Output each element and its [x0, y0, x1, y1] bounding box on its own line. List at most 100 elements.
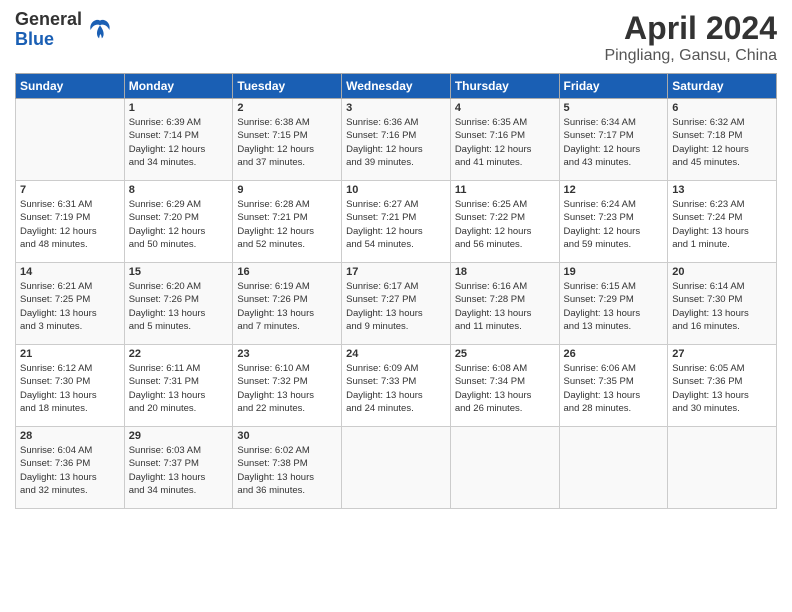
calendar-cell: 29 Sunrise: 6:03 AM Sunset: 7:37 PM Dayli…	[124, 427, 233, 509]
day-info: Sunrise: 6:06 AM Sunset: 7:35 PM Dayligh…	[564, 362, 664, 415]
month-title: April 2024	[604, 10, 777, 47]
calendar-cell: 7Sunrise: 6:31 AM Sunset: 7:19 PM Daylig…	[16, 181, 125, 263]
day-info: Sunrise: 6:21 AM Sunset: 7:25 PM Dayligh…	[20, 280, 120, 333]
day-info: Sunrise: 6:38 AM Sunset: 7:15 PM Dayligh…	[237, 116, 337, 169]
calendar-cell: 12 Sunrise: 6:24 AM Sunset: 7:23 PM Dayli…	[559, 181, 668, 263]
calendar-week-5: 28Sunrise: 6:04 AM Sunset: 7:36 PM Dayli…	[16, 427, 777, 509]
column-header-friday: Friday	[559, 74, 668, 99]
day-info: Sunrise: 6:14 AM Sunset: 7:30 PM Dayligh…	[672, 280, 772, 333]
day-info: Sunrise: 6:32 AM Sunset: 7:18 PM Dayligh…	[672, 116, 772, 169]
day-info: Sunrise: 6:28 AM Sunset: 7:21 PM Dayligh…	[237, 198, 337, 251]
day-info: Sunrise: 6:15 AM Sunset: 7:29 PM Dayligh…	[564, 280, 664, 333]
calendar-cell: 18 Sunrise: 6:16 AM Sunset: 7:28 PM Dayli…	[450, 263, 559, 345]
calendar-cell: 8Sunrise: 6:29 AM Sunset: 7:20 PM Daylig…	[124, 181, 233, 263]
logo-bird-icon	[86, 16, 114, 44]
column-header-wednesday: Wednesday	[342, 74, 451, 99]
day-info: Sunrise: 6:24 AM Sunset: 7:23 PM Dayligh…	[564, 198, 664, 251]
calendar-cell: 5Sunrise: 6:34 AM Sunset: 7:17 PM Daylig…	[559, 99, 668, 181]
day-number: 28	[20, 430, 120, 442]
day-info: Sunrise: 6:08 AM Sunset: 7:34 PM Dayligh…	[455, 362, 555, 415]
day-number: 15	[129, 266, 229, 278]
day-number: 7	[20, 184, 120, 196]
calendar-table: SundayMondayTuesdayWednesdayThursdayFrid…	[15, 73, 777, 509]
day-info: Sunrise: 6:34 AM Sunset: 7:17 PM Dayligh…	[564, 116, 664, 169]
day-number: 3	[346, 102, 446, 114]
day-number: 18	[455, 266, 555, 278]
calendar-cell: 4 Sunrise: 6:35 AM Sunset: 7:16 PM Daylig…	[450, 99, 559, 181]
calendar-week-1: 1 Sunrise: 6:39 AM Sunset: 7:14 PM Daylig…	[16, 99, 777, 181]
column-header-saturday: Saturday	[668, 74, 777, 99]
column-header-thursday: Thursday	[450, 74, 559, 99]
calendar-cell: 2 Sunrise: 6:38 AM Sunset: 7:15 PM Daylig…	[233, 99, 342, 181]
day-number: 6	[672, 102, 772, 114]
column-header-monday: Monday	[124, 74, 233, 99]
day-number: 12	[564, 184, 664, 196]
day-number: 9	[237, 184, 337, 196]
column-header-tuesday: Tuesday	[233, 74, 342, 99]
calendar-cell: 20 Sunrise: 6:14 AM Sunset: 7:30 PM Dayli…	[668, 263, 777, 345]
calendar-week-3: 14 Sunrise: 6:21 AM Sunset: 7:25 PM Dayli…	[16, 263, 777, 345]
day-info: Sunrise: 6:09 AM Sunset: 7:33 PM Dayligh…	[346, 362, 446, 415]
location: Pingliang, Gansu, China	[604, 47, 777, 65]
calendar-cell: 11Sunrise: 6:25 AM Sunset: 7:22 PM Dayli…	[450, 181, 559, 263]
calendar-cell: 22 Sunrise: 6:11 AM Sunset: 7:31 PM Dayli…	[124, 345, 233, 427]
day-number: 4	[455, 102, 555, 114]
calendar-header-row: SundayMondayTuesdayWednesdayThursdayFrid…	[16, 74, 777, 99]
day-info: Sunrise: 6:02 AM Sunset: 7:38 PM Dayligh…	[237, 444, 337, 497]
day-info: Sunrise: 6:39 AM Sunset: 7:14 PM Dayligh…	[129, 116, 229, 169]
calendar-cell: 25 Sunrise: 6:08 AM Sunset: 7:34 PM Dayli…	[450, 345, 559, 427]
day-info: Sunrise: 6:03 AM Sunset: 7:37 PM Dayligh…	[129, 444, 229, 497]
day-number: 25	[455, 348, 555, 360]
day-info: Sunrise: 6:16 AM Sunset: 7:28 PM Dayligh…	[455, 280, 555, 333]
day-info: Sunrise: 6:25 AM Sunset: 7:22 PM Dayligh…	[455, 198, 555, 251]
day-number: 23	[237, 348, 337, 360]
day-number: 17	[346, 266, 446, 278]
day-info: Sunrise: 6:10 AM Sunset: 7:32 PM Dayligh…	[237, 362, 337, 415]
day-number: 14	[20, 266, 120, 278]
calendar-cell: 14 Sunrise: 6:21 AM Sunset: 7:25 PM Dayli…	[16, 263, 125, 345]
day-number: 29	[129, 430, 229, 442]
day-number: 21	[20, 348, 120, 360]
day-info: Sunrise: 6:12 AM Sunset: 7:30 PM Dayligh…	[20, 362, 120, 415]
day-info: Sunrise: 6:19 AM Sunset: 7:26 PM Dayligh…	[237, 280, 337, 333]
header: General Blue April 2024 Pingliang, Gansu…	[15, 10, 777, 65]
calendar-cell: 3 Sunrise: 6:36 AM Sunset: 7:16 PM Daylig…	[342, 99, 451, 181]
calendar-cell: 23 Sunrise: 6:10 AM Sunset: 7:32 PM Dayli…	[233, 345, 342, 427]
day-number: 10	[346, 184, 446, 196]
title-block: April 2024 Pingliang, Gansu, China	[604, 10, 777, 65]
calendar-cell: 28Sunrise: 6:04 AM Sunset: 7:36 PM Dayli…	[16, 427, 125, 509]
calendar-cell: 19Sunrise: 6:15 AM Sunset: 7:29 PM Dayli…	[559, 263, 668, 345]
day-info: Sunrise: 6:29 AM Sunset: 7:20 PM Dayligh…	[129, 198, 229, 251]
day-number: 27	[672, 348, 772, 360]
day-info: Sunrise: 6:11 AM Sunset: 7:31 PM Dayligh…	[129, 362, 229, 415]
calendar-cell	[16, 99, 125, 181]
calendar-cell: 27 Sunrise: 6:05 AM Sunset: 7:36 PM Dayli…	[668, 345, 777, 427]
day-info: Sunrise: 6:23 AM Sunset: 7:24 PM Dayligh…	[672, 198, 772, 251]
calendar-cell	[342, 427, 451, 509]
logo-general: General	[15, 10, 82, 30]
day-number: 30	[237, 430, 337, 442]
calendar-cell	[450, 427, 559, 509]
calendar-cell: 17Sunrise: 6:17 AM Sunset: 7:27 PM Dayli…	[342, 263, 451, 345]
calendar-cell: 21 Sunrise: 6:12 AM Sunset: 7:30 PM Dayli…	[16, 345, 125, 427]
day-info: Sunrise: 6:20 AM Sunset: 7:26 PM Dayligh…	[129, 280, 229, 333]
calendar-cell: 30 Sunrise: 6:02 AM Sunset: 7:38 PM Dayli…	[233, 427, 342, 509]
day-number: 1	[129, 102, 229, 114]
calendar-cell: 15 Sunrise: 6:20 AM Sunset: 7:26 PM Dayli…	[124, 263, 233, 345]
calendar-cell	[559, 427, 668, 509]
day-number: 2	[237, 102, 337, 114]
calendar-cell: 1 Sunrise: 6:39 AM Sunset: 7:14 PM Daylig…	[124, 99, 233, 181]
logo: General Blue	[15, 10, 114, 50]
day-number: 13	[672, 184, 772, 196]
day-number: 22	[129, 348, 229, 360]
day-info: Sunrise: 6:35 AM Sunset: 7:16 PM Dayligh…	[455, 116, 555, 169]
day-number: 20	[672, 266, 772, 278]
calendar-cell: 9 Sunrise: 6:28 AM Sunset: 7:21 PM Daylig…	[233, 181, 342, 263]
logo-text: General Blue	[15, 10, 82, 50]
day-info: Sunrise: 6:36 AM Sunset: 7:16 PM Dayligh…	[346, 116, 446, 169]
calendar-cell: 13 Sunrise: 6:23 AM Sunset: 7:24 PM Dayli…	[668, 181, 777, 263]
day-number: 16	[237, 266, 337, 278]
day-info: Sunrise: 6:05 AM Sunset: 7:36 PM Dayligh…	[672, 362, 772, 415]
calendar-cell: 24Sunrise: 6:09 AM Sunset: 7:33 PM Dayli…	[342, 345, 451, 427]
day-info: Sunrise: 6:27 AM Sunset: 7:21 PM Dayligh…	[346, 198, 446, 251]
